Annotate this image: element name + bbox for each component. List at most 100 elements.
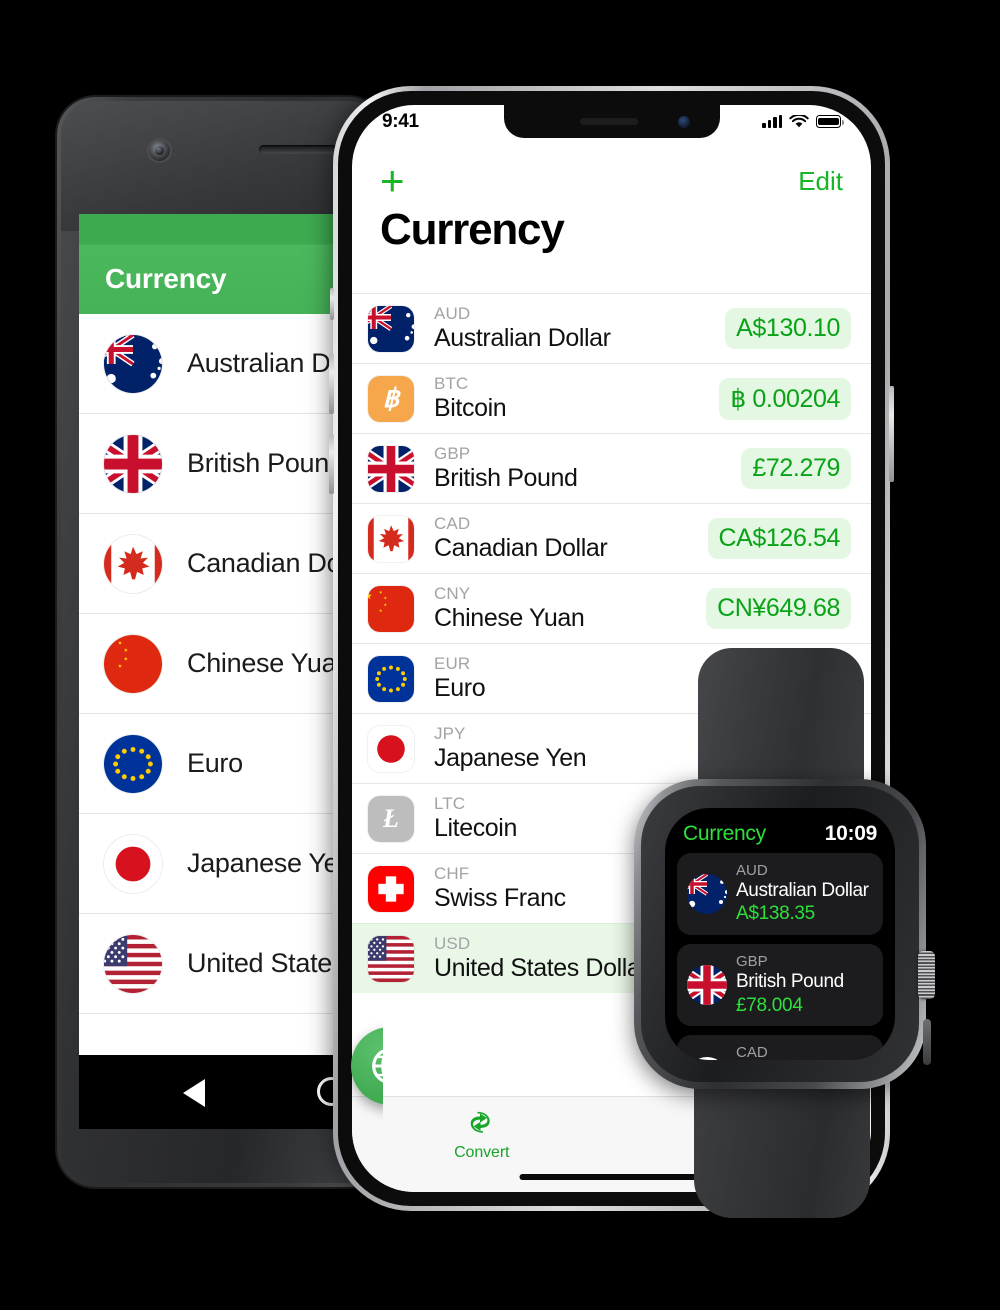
android-currency-name: Chinese Yuan (187, 648, 352, 678)
android-front-camera-icon (149, 140, 170, 161)
watch-currency-name: Australian Dollar (736, 879, 869, 901)
currency-label-group: AUD Australian Dollar (434, 304, 725, 353)
flag-au-icon (104, 335, 162, 393)
apple-watch-mockup: Currency 10:09 AUD Australian Dollar A$138… (620, 648, 940, 1218)
watch-currency-card[interactable]: GBP British Pound £78.004 (677, 944, 883, 1027)
back-icon[interactable] (183, 1079, 205, 1107)
iphone-power-button[interactable] (889, 386, 894, 482)
currency-list-item[interactable]: CAD Canadian Dollar CA$126.54 (352, 503, 871, 573)
iphone-notch (503, 105, 720, 138)
iphone-volume-up-button[interactable] (329, 354, 334, 414)
flag-us-icon (368, 936, 414, 982)
android-earpiece-speaker (259, 145, 337, 154)
currency-value-badge: CA$126.54 (707, 518, 851, 559)
tab-convert[interactable]: Convert (352, 1109, 612, 1162)
watch-currency-list[interactable]: AUD Australian Dollar A$138.35 GBP British P… (677, 853, 883, 1060)
currency-list-item[interactable]: AUD Australian Dollar A$130.10 (352, 293, 871, 363)
flag-gb-icon (687, 965, 727, 1005)
flag-ca-icon (687, 1057, 727, 1060)
currency-value-badge: A$130.10 (725, 308, 851, 349)
currency-list-item[interactable]: GBP British Pound £72.279 (352, 433, 871, 503)
flag-ca-icon (368, 516, 414, 562)
flag-gb-icon (368, 446, 414, 492)
flag-eu-icon (104, 735, 162, 793)
flag-jp-icon (368, 726, 414, 772)
currency-value-badge: CN¥649.68 (706, 588, 851, 629)
digital-crown[interactable] (918, 951, 935, 999)
flag-btc-icon: ฿ (368, 375, 414, 422)
currency-value-badge: ฿ 0.00204 (719, 377, 851, 420)
currency-value-badge: £72.279 (741, 448, 851, 489)
flag-au-icon (368, 306, 414, 352)
flag-ca-icon (687, 1057, 727, 1060)
globe-icon (372, 1049, 383, 1083)
flag-jp-icon (368, 726, 414, 772)
watch-card-text: GBP British Pound £78.004 (736, 953, 844, 1017)
edit-button[interactable]: Edit (798, 166, 843, 197)
tab-convert-label: Convert (454, 1144, 510, 1161)
wifi-icon (789, 114, 809, 127)
bitcoin-icon: ฿ (368, 375, 414, 422)
flag-au-icon (687, 874, 727, 914)
currency-code: GBP (434, 443, 471, 463)
front-camera-icon (677, 116, 690, 128)
flag-jp-icon (104, 835, 162, 893)
cellular-signal-icon (762, 115, 782, 128)
currency-name: Chinese Yuan (434, 603, 585, 632)
flag-cn-icon (104, 635, 162, 693)
android-currency-name: Japanese Yen (187, 848, 354, 878)
watch-side-button[interactable] (923, 1019, 931, 1065)
status-bar-time: 9:41 (382, 110, 419, 132)
currency-name: Canadian Dollar (434, 533, 608, 562)
flag-ch-icon (368, 866, 414, 912)
flag-eu-icon (104, 735, 162, 793)
flag-au-icon (687, 874, 727, 914)
flag-us-icon (104, 935, 162, 993)
watch-clock: 10:09 (824, 822, 878, 845)
iphone-mute-switch[interactable] (330, 288, 334, 320)
promo-composition: Currency Australian Dollar British Pound … (0, 0, 1000, 1310)
convert-icon (470, 1111, 490, 1133)
flag-gb-icon (368, 446, 414, 492)
currency-list-item[interactable]: ฿ BTC Bitcoin ฿ 0.00204 (352, 363, 871, 433)
currency-label-group: BTC Bitcoin (434, 374, 719, 423)
flag-ltc-icon: Ł (368, 795, 414, 842)
currency-code: CAD (434, 513, 471, 533)
add-currency-button[interactable]: + (380, 160, 405, 202)
watch-currency-card[interactable]: CADCanadian DollarCA$133.06 (677, 1035, 883, 1060)
flag-gb-icon (687, 965, 727, 1005)
watch-currency-value: A$138.35 (736, 903, 815, 925)
flag-gb-icon (104, 435, 162, 493)
flag-gb-icon (104, 435, 162, 493)
watch-currency-code: GBP (736, 953, 768, 971)
watch-case-inner: Currency 10:09 AUD Australian Dollar A$138… (641, 786, 919, 1082)
watch-header: Currency 10:09 (677, 822, 883, 853)
flag-cn-icon (368, 586, 414, 632)
currency-name: Australian Dollar (434, 323, 611, 352)
watch-screen: Currency 10:09 AUD Australian Dollar A$138… (665, 808, 895, 1060)
flag-cn-icon (104, 635, 162, 693)
flag-us-icon (368, 936, 414, 982)
iphone-nav-row: + Edit (352, 155, 871, 207)
earpiece-speaker (579, 118, 638, 125)
watch-app-title: Currency (683, 822, 766, 845)
battery-icon (816, 115, 844, 128)
currency-code: CNY (434, 583, 471, 603)
currency-label-group: CAD Canadian Dollar (434, 514, 708, 563)
currency-name: Bitcoin (434, 393, 507, 422)
android-currency-name: Euro (187, 748, 243, 778)
litecoin-icon: Ł (368, 795, 414, 842)
page-title: Currency (380, 205, 565, 254)
watch-currency-card[interactable]: AUD Australian Dollar A$138.35 (677, 853, 883, 936)
flag-cn-icon (368, 586, 414, 632)
currency-name: British Pound (434, 463, 578, 492)
flag-ca-icon (104, 535, 162, 593)
currency-label-group: CNY Chinese Yuan (434, 584, 706, 633)
currency-list-item[interactable]: CNY Chinese Yuan CN¥649.68 (352, 573, 871, 643)
flag-jp-icon (104, 835, 162, 893)
android-app-bar-title: Currency (105, 263, 227, 294)
iphone-volume-down-button[interactable] (329, 434, 334, 494)
watch-currency-code: CAD (736, 1044, 768, 1060)
status-bar-indicators (762, 114, 844, 129)
flag-eu-icon (368, 656, 414, 702)
